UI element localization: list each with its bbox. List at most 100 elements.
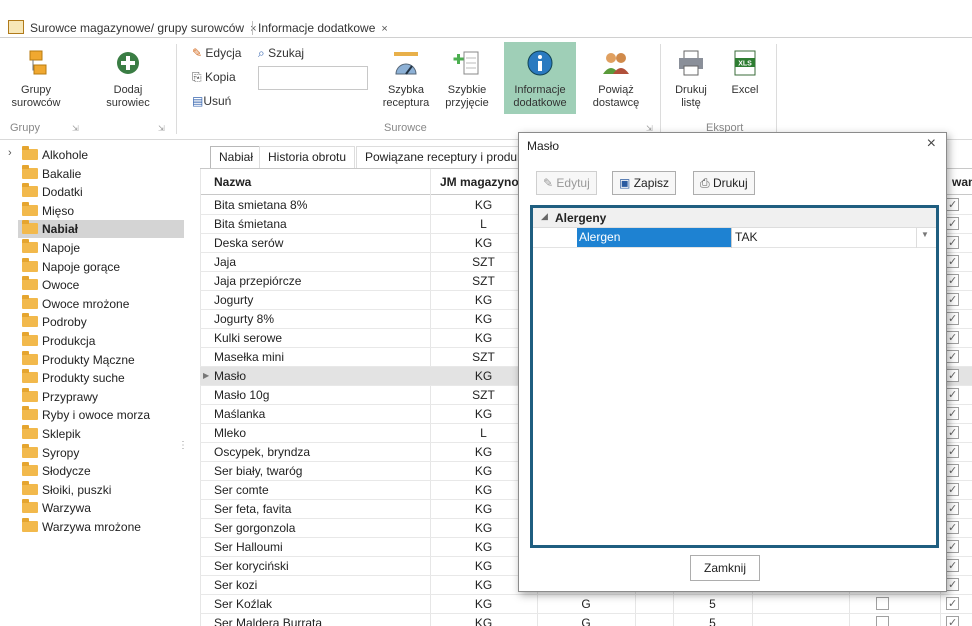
tree-item[interactable]: Bakalie <box>22 164 82 183</box>
tree-item[interactable]: Słoiki, puszki <box>22 480 111 499</box>
checkbox[interactable] <box>946 348 959 366</box>
tree-item[interactable]: Owoce <box>22 276 79 294</box>
edycja-button[interactable]: ✎ Edycja <box>192 46 241 60</box>
close-icon[interactable]: × <box>927 135 936 153</box>
checkbox[interactable] <box>876 597 889 610</box>
tree-item[interactable]: Produkcja <box>22 332 95 350</box>
folder-icon <box>22 518 38 532</box>
tree-item[interactable]: Alkohole <box>22 146 88 164</box>
checkbox[interactable] <box>876 616 889 626</box>
zapisz-button[interactable]: ▣ Zapisz <box>612 171 677 195</box>
drukuj-button[interactable]: ⎙ Drukuj <box>693 171 755 195</box>
property-row-alergen[interactable]: Alergen TAK ▼ <box>533 228 936 248</box>
edycja-label: Edycja <box>205 46 242 60</box>
tree-item[interactable]: Napoje <box>22 239 80 257</box>
szukaj-label: Szukaj <box>268 46 305 60</box>
checkbox[interactable] <box>946 538 959 556</box>
tab-nabial[interactable]: Nabiał <box>210 146 263 168</box>
checkbox[interactable] <box>946 291 959 309</box>
tree-item[interactable]: Nabiał <box>18 220 184 239</box>
powiaz-dostawce-button[interactable]: Powiąż dostawcę <box>586 48 646 110</box>
tree-item[interactable]: Produkty Mączne <box>22 350 135 369</box>
tree-item[interactable]: Przyprawy <box>22 387 98 406</box>
checkbox[interactable] <box>946 595 959 613</box>
grupy-surowcow-button[interactable]: Grupy surowców <box>6 48 66 110</box>
checkbox[interactable] <box>946 481 959 499</box>
splitter-grip[interactable]: ⋮ <box>178 440 188 451</box>
cell-nazwa: Jaja <box>214 255 237 269</box>
folder-icon <box>22 164 38 179</box>
tree-item[interactable]: Produkty suche <box>22 369 125 387</box>
tree-item[interactable]: Warzywa <box>22 499 91 517</box>
usun-button[interactable]: ▤Usuń <box>192 94 231 108</box>
tree-item[interactable]: Sklepik <box>22 425 81 443</box>
tab-informacje[interactable]: Informacje dodatkowe × <box>258 18 388 38</box>
tree-item[interactable]: Mięso <box>22 201 74 220</box>
edytuj-button[interactable]: ✎ Edytuj <box>536 171 597 195</box>
drukuj-liste-button[interactable]: Drukuj listę <box>666 48 716 110</box>
chevron-down-icon[interactable]: ▼ <box>921 230 929 239</box>
tree-item[interactable]: Ryby i owoce morza <box>22 406 150 424</box>
szybkie-przyjecie-button[interactable]: Szybkie przyjęcie <box>442 48 492 110</box>
tree-item[interactable]: Słodycze <box>22 462 91 480</box>
table-row[interactable]: Ser Koźlak KG G 5 <box>200 595 972 614</box>
dialog-launcher-icon[interactable]: ⇲ <box>72 124 79 133</box>
property-value-select[interactable]: TAK <box>735 228 915 247</box>
checkbox[interactable] <box>946 196 959 214</box>
xls-badge: XLS <box>738 61 752 68</box>
szybka-receptura-button[interactable]: Szybka receptura <box>382 48 430 110</box>
table-row[interactable]: Ser Maldera Burrata KG G 5 <box>200 614 972 626</box>
checkbox[interactable] <box>946 462 959 480</box>
checkbox[interactable] <box>946 367 959 385</box>
tab-powiazane[interactable]: Powiązane receptury i produkty <box>356 146 542 168</box>
tree-item-label: Bakalie <box>42 166 82 181</box>
checkbox[interactable] <box>946 329 959 347</box>
collapse-icon[interactable]: ◢ <box>541 211 548 222</box>
zamknij-button[interactable]: Zamknij <box>690 555 760 581</box>
tab-historia-obrotu[interactable]: Historia obrotu <box>259 146 356 168</box>
checkbox[interactable] <box>946 215 959 233</box>
row-indicator-icon: ▶ <box>203 371 210 380</box>
tree-item[interactable]: Syropy <box>22 443 79 462</box>
tree-item-label: Produkcja <box>42 334 96 348</box>
cell-nazwa: Deska serów <box>214 236 284 250</box>
kopia-button[interactable]: ⎘ Kopia <box>192 70 236 85</box>
column-header-nazwa[interactable]: Nazwa <box>214 169 252 195</box>
cell-col5: 5 <box>709 597 716 611</box>
checkbox[interactable] <box>946 519 959 537</box>
checkbox[interactable] <box>946 576 959 594</box>
tree-item[interactable]: Owoce mrożone <box>22 294 129 313</box>
checkbox[interactable] <box>946 557 959 575</box>
column-header-last[interactable]: wany <box>952 169 972 195</box>
checkbox[interactable] <box>946 386 959 404</box>
excel-button[interactable]: XLS Excel <box>722 48 768 97</box>
property-name: Alergen <box>577 228 731 247</box>
informacje-dodatkowe-button[interactable]: Informacje dodatkowe <box>504 42 576 114</box>
category-row[interactable]: ◢ Alergeny <box>533 208 936 228</box>
folder-icon <box>22 369 38 384</box>
checkbox[interactable] <box>946 234 959 252</box>
tree-item[interactable]: Dodatki <box>22 183 83 201</box>
chevron-right-icon[interactable]: › <box>8 147 12 159</box>
checkbox[interactable] <box>946 500 959 518</box>
cell-nazwa: Ser biały, twaróg <box>214 464 303 478</box>
dialog-launcher-icon[interactable]: ⇲ <box>158 124 165 133</box>
tree-item[interactable]: Napoje gorące <box>22 257 120 276</box>
checkbox[interactable] <box>946 253 959 271</box>
szybkie-przyjecie-label: Szybkie przyjęcie <box>445 84 489 109</box>
dodaj-surowiec-button[interactable]: Dodaj surowiec <box>100 48 156 110</box>
save-icon: ▣ <box>619 176 631 190</box>
checkbox[interactable] <box>946 272 959 290</box>
checkbox[interactable] <box>946 443 959 461</box>
checkbox[interactable] <box>946 424 959 442</box>
search-input[interactable] <box>258 66 368 90</box>
close-icon[interactable]: × <box>381 23 387 35</box>
cell-jm: KG <box>474 597 493 611</box>
tree-item[interactable]: Podroby <box>22 313 87 331</box>
tree-item[interactable]: Warzywa mrożone <box>22 518 141 536</box>
tab-surowce[interactable]: Surowce magazynowe/ grupy surowców × <box>30 18 257 38</box>
checkbox[interactable] <box>946 405 959 423</box>
checkbox[interactable] <box>946 310 959 328</box>
checkbox[interactable] <box>946 614 959 626</box>
column-header-jm[interactable]: JM magazynow <box>440 169 529 195</box>
